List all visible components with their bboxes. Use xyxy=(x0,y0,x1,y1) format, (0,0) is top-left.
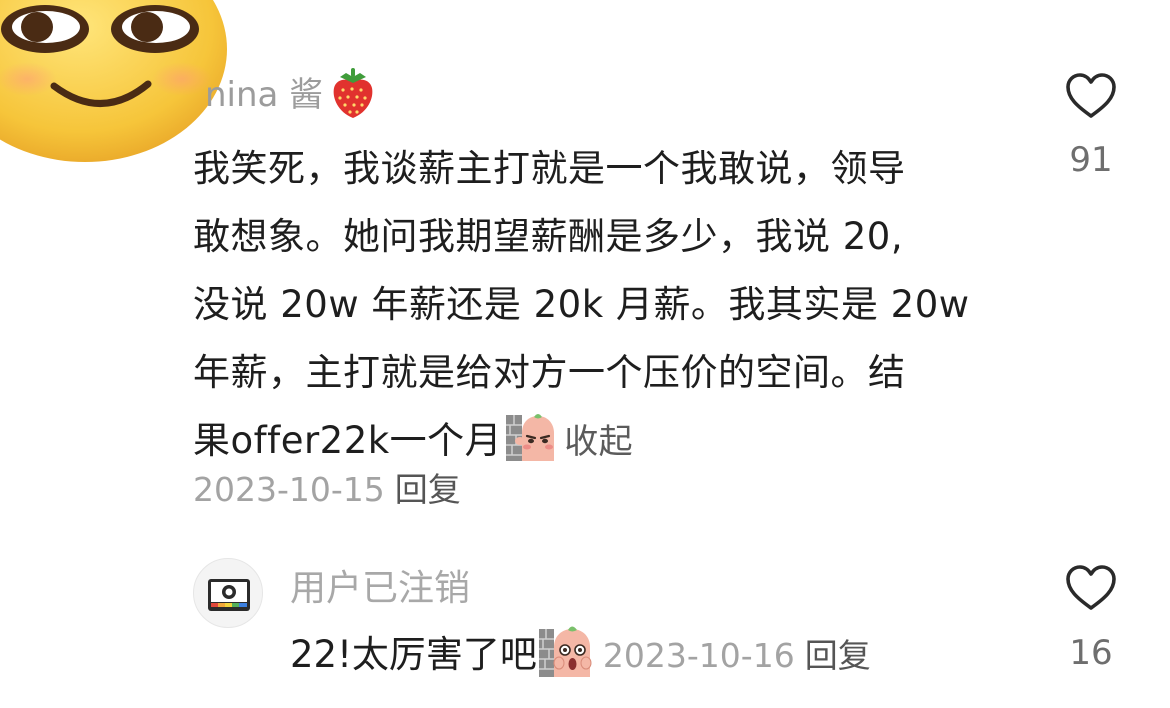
camera-icon xyxy=(208,579,250,611)
strawberry-icon xyxy=(330,68,376,120)
peeking-sticker-icon xyxy=(504,411,558,463)
comment-line: 敢想象。她问我期望薪酬是多少，我说 20, xyxy=(193,215,904,258)
comment-line: 没说 20w 年薪还是 20k 月薪。我其实是 20w xyxy=(193,283,970,326)
like-count: 16 xyxy=(1069,633,1113,673)
reply-text: 22!太厉害了吧 xyxy=(290,633,537,676)
heart-icon xyxy=(1066,565,1116,610)
comment-line: 我笑死，我谈薪主打就是一个我敢说，领导 xyxy=(193,147,906,190)
comment-date: 2023-10-15 xyxy=(193,470,385,509)
comment-line: 果offer22k一个月 xyxy=(193,419,503,462)
like-button[interactable] xyxy=(1064,562,1118,616)
surprised-sticker-icon xyxy=(537,623,595,679)
reply-username[interactable]: 用户已注销 xyxy=(290,563,470,615)
reply-avatar[interactable] xyxy=(193,558,263,628)
reply-date: 2023-10-16 xyxy=(602,636,795,675)
like-button[interactable] xyxy=(1064,70,1118,124)
comment-username[interactable]: nina 酱 xyxy=(205,70,323,120)
like-count: 91 xyxy=(1069,140,1113,180)
comment-text: 我笑死，我谈薪主打就是一个我敢说，领导 敢想象。她问我期望薪酬是多少，我说 20… xyxy=(193,135,1008,476)
reply-button[interactable]: 回复 xyxy=(395,470,461,509)
comment-line: 年薪，主打就是给对方一个压价的空间。结 xyxy=(193,351,906,394)
heart-icon xyxy=(1066,73,1116,118)
comment-meta: 2023-10-15 回复 xyxy=(193,464,461,516)
collapse-button[interactable]: 收起 xyxy=(564,422,633,462)
reply-button[interactable]: 回复 xyxy=(805,636,871,675)
reply-text-row: 22!太厉害了吧 2023-10-16 回复 xyxy=(290,623,871,686)
